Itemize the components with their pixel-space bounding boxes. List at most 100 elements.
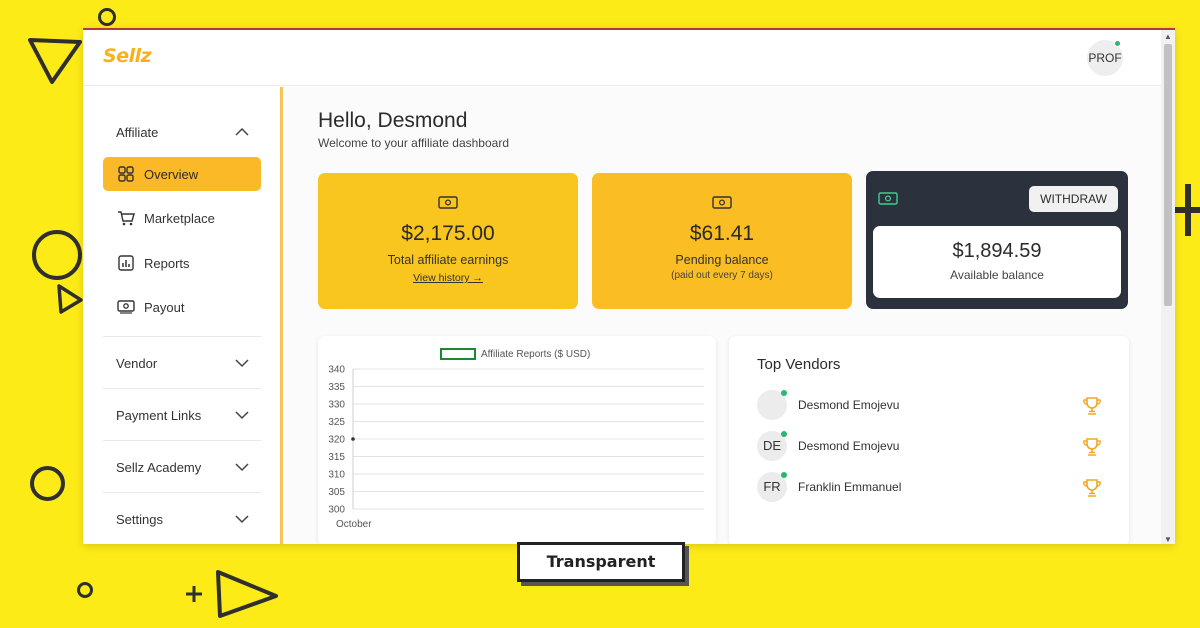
y-tick-label: 320 — [328, 435, 345, 446]
withdraw-button[interactable]: WITHDRAW — [1029, 186, 1118, 212]
sidebar-section-label: Payment Links — [116, 407, 202, 423]
browser-window: Sellz PROF ▲ ▼ Affiliate Overview Market… — [83, 28, 1175, 544]
chevron-up-icon — [235, 127, 249, 136]
pending-note: (paid out every 7 days) — [671, 270, 773, 281]
decor-ring — [32, 230, 82, 280]
vendor-row[interactable]: DE Desmond Emojevu — [757, 431, 1102, 463]
sidebar-section-sellz-academy[interactable]: Sellz Academy — [103, 457, 261, 477]
y-tick-label: 335 — [328, 382, 345, 393]
chevron-down-icon — [235, 359, 249, 368]
available-balance-card: WITHDRAW $1,894.59 Available balance — [866, 171, 1128, 309]
money-icon — [878, 191, 898, 212]
sidebar-divider — [103, 440, 261, 441]
decor-ring — [98, 8, 116, 26]
top-vendors-title: Top Vendors — [757, 356, 841, 373]
sidebar-section-vendor[interactable]: Vendor — [103, 353, 261, 373]
data-point[interactable] — [351, 437, 355, 441]
chevron-down-icon — [235, 463, 249, 472]
available-balance-box: $1,894.59 Available balance — [873, 226, 1121, 298]
sidebar-item-label: Payout — [144, 299, 185, 315]
y-tick-label: 300 — [328, 505, 345, 516]
vendor-avatar — [757, 390, 787, 420]
profile-avatar[interactable]: PROF — [1087, 40, 1123, 76]
sidebar-item-payout[interactable]: Payout — [103, 290, 261, 324]
online-status-dot — [1114, 40, 1121, 47]
page-title: Hello, Desmond — [318, 109, 468, 132]
vendor-name: Desmond Emojevu — [798, 439, 900, 453]
decor-plus — [186, 586, 202, 602]
page-subtitle: Welcome to your affiliate dashboard — [318, 136, 509, 150]
sidebar-section-settings[interactable]: Settings — [103, 509, 261, 529]
view-history-label: View history — [413, 272, 470, 284]
y-tick-label: 340 — [328, 365, 345, 376]
y-tick-label: 325 — [328, 417, 345, 428]
sidebar-section-payment-links[interactable]: Payment Links — [103, 405, 261, 425]
online-status-dot — [781, 472, 787, 478]
y-tick-label: 305 — [328, 487, 345, 498]
vendor-avatar: DE — [757, 431, 787, 461]
bar-chart-icon — [117, 254, 135, 272]
y-tick-label: 310 — [328, 470, 345, 481]
sidebar: Affiliate Overview Marketplace Reports P… — [83, 87, 283, 544]
vendor-initials: DE — [762, 438, 782, 453]
scroll-up-icon[interactable]: ▲ — [1164, 32, 1172, 41]
y-tick-label: 330 — [328, 400, 345, 411]
decor-triangle — [28, 38, 82, 84]
online-status-dot — [781, 431, 787, 437]
trophy-icon — [1083, 397, 1101, 415]
profile-avatar-label: PROF — [1088, 51, 1122, 65]
decor-ring — [30, 466, 65, 501]
cart-icon — [117, 209, 135, 227]
sidebar-item-marketplace[interactable]: Marketplace — [103, 201, 261, 235]
sidebar-divider — [103, 336, 261, 337]
available-label: Available balance — [950, 268, 1044, 282]
decor-triangle — [57, 284, 83, 314]
decor-ring — [77, 582, 93, 598]
money-icon — [712, 195, 732, 216]
trophy-icon — [1083, 479, 1101, 497]
sidebar-section-label: Settings — [116, 511, 163, 527]
sidebar-divider — [103, 492, 261, 493]
scrollbar-thumb[interactable] — [1164, 44, 1172, 306]
sidebar-section-label: Sellz Academy — [116, 459, 202, 475]
sidebar-divider — [103, 388, 261, 389]
vertical-scrollbar[interactable]: ▲ ▼ — [1161, 30, 1175, 544]
money-icon — [438, 195, 458, 216]
sidebar-section-affiliate[interactable]: Affiliate — [103, 122, 261, 142]
grid-icon — [117, 165, 135, 183]
chevron-down-icon — [235, 515, 249, 524]
vendor-initials: FR — [763, 479, 781, 494]
money-icon — [117, 298, 135, 316]
vendor-name: Desmond Emojevu — [798, 398, 900, 412]
scroll-down-icon[interactable]: ▼ — [1164, 535, 1172, 544]
view-history-link[interactable]: View history → — [318, 272, 578, 284]
sidebar-section-label: Vendor — [116, 355, 158, 371]
online-status-dot — [781, 390, 787, 396]
main-content: Hello, Desmond Welcome to your affiliate… — [286, 87, 1161, 544]
arrow-right-icon: → — [472, 272, 483, 284]
sidebar-item-reports[interactable]: Reports — [103, 246, 261, 280]
pending-amount: $61.41 — [689, 222, 755, 245]
earnings-card: $2,175.00 Total affiliate earnings View … — [318, 173, 578, 309]
pending-card: $61.41 Pending balance (paid out every 7… — [592, 173, 852, 309]
trophy-icon — [1083, 438, 1101, 456]
top-bar: Sellz PROF — [83, 30, 1161, 86]
available-amount: $1,894.59 — [952, 240, 1042, 262]
earnings-amount: $2,175.00 — [401, 222, 495, 245]
x-tick-label: October — [336, 519, 372, 530]
chart-plot: 300 305 310 315 320 325 330 335 340 October — [328, 365, 704, 530]
vendor-row[interactable]: Desmond Emojevu — [757, 390, 1102, 422]
sidebar-item-overview[interactable]: Overview — [103, 157, 261, 191]
transparent-label: Transparent — [517, 542, 685, 582]
brand-logo[interactable]: Sellz — [103, 45, 152, 67]
top-vendors-panel: Top Vendors Desmond Emojevu DE Desmond E… — [729, 336, 1129, 544]
earnings-label: Total affiliate earnings — [387, 253, 509, 267]
vendor-avatar: FR — [757, 472, 787, 502]
y-tick-label: 315 — [328, 452, 345, 463]
decor-triangle — [216, 570, 278, 618]
vendor-name: Franklin Emmanuel — [798, 480, 902, 494]
sidebar-item-label: Marketplace — [144, 210, 215, 226]
sidebar-section-label: Affiliate — [116, 124, 159, 140]
chevron-down-icon — [235, 411, 249, 420]
vendor-row[interactable]: FR Franklin Emmanuel — [757, 472, 1102, 504]
